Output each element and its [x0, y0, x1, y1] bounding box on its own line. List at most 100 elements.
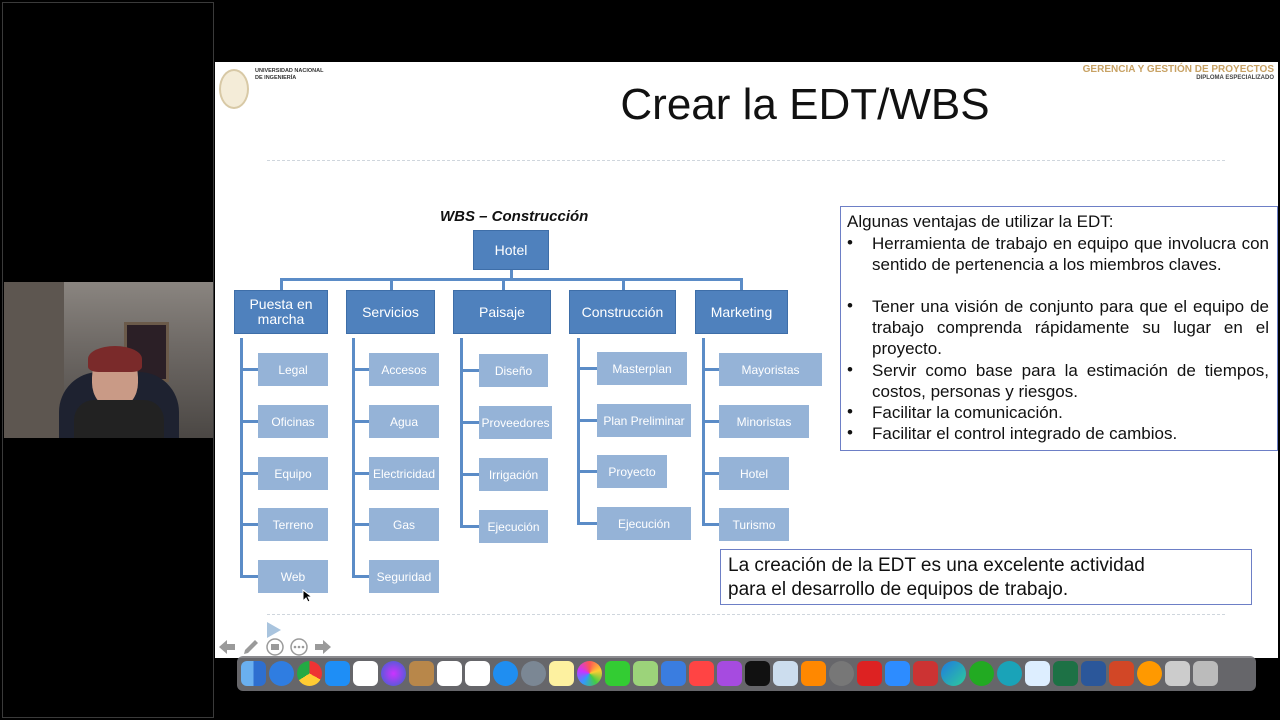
photo-booth-icon[interactable] — [913, 661, 938, 686]
maps-icon[interactable] — [633, 661, 658, 686]
wbs-item-mayoristas: Mayoristas — [719, 353, 822, 386]
books-icon[interactable] — [801, 661, 826, 686]
excel-icon[interactable] — [1053, 661, 1078, 686]
wbs-item-gas: Gas — [369, 508, 439, 541]
arrow-right-icon[interactable] — [313, 638, 333, 656]
conclusion-line-2: para el desarrollo de equipos de trabajo… — [728, 579, 1069, 600]
finder-icon[interactable] — [241, 661, 266, 686]
siri-icon[interactable] — [381, 661, 406, 686]
connector — [577, 367, 597, 370]
scanner-icon[interactable] — [1165, 661, 1190, 686]
connector — [740, 278, 743, 290]
connector — [460, 525, 479, 528]
remote-icon[interactable] — [997, 661, 1022, 686]
wbs-item-plan-preliminar: Plan Preliminar — [597, 404, 691, 437]
reminders-icon[interactable] — [465, 661, 490, 686]
connector — [622, 278, 625, 290]
wbs-item-electricidad: Electricidad — [369, 457, 439, 490]
numbers-icon[interactable] — [353, 661, 378, 686]
presentation-controls — [217, 636, 337, 658]
advantage-bullet-4: Facilitar la comunicación. — [872, 403, 1063, 422]
system-preferences-icon[interactable] — [829, 661, 854, 686]
photos-icon[interactable] — [577, 661, 602, 686]
wbs-item-hotel: Hotel — [719, 457, 789, 490]
macos-dock — [237, 656, 1256, 691]
connector — [352, 338, 355, 578]
notes-folder-icon[interactable] — [409, 661, 434, 686]
wbs-branch-puesta-en-marcha: Puesta en marcha — [234, 290, 328, 334]
connector — [460, 338, 463, 528]
brand-line-1: GERENCIA Y GESTIÓN DE PROYECTOS — [1082, 64, 1274, 75]
top-divider — [267, 160, 1225, 161]
connector — [280, 278, 283, 290]
wbs-branch-marketing: Marketing — [695, 290, 788, 334]
trash-icon[interactable] — [1193, 661, 1218, 686]
conclusion-box: La creación de la EDT es una excelente a… — [720, 549, 1252, 605]
arrow-left-icon[interactable] — [217, 638, 237, 656]
calendar-icon[interactable] — [437, 661, 462, 686]
connector — [240, 523, 258, 526]
app-store-icon[interactable] — [325, 661, 350, 686]
wbs-title: WBS – Construcción — [440, 208, 589, 225]
zoom-icon[interactable] — [885, 661, 910, 686]
more-icon[interactable] — [289, 638, 309, 656]
quicktime-icon[interactable] — [969, 661, 994, 686]
edge-icon[interactable] — [941, 661, 966, 686]
connector — [280, 278, 743, 281]
bullet-dot: • — [847, 423, 853, 442]
word-icon[interactable] — [1081, 661, 1106, 686]
powerpoint-icon[interactable] — [1109, 661, 1134, 686]
connector — [352, 472, 369, 475]
music-icon[interactable] — [689, 661, 714, 686]
mouse-cursor-icon — [302, 589, 312, 603]
settings-flower-icon[interactable] — [1137, 661, 1162, 686]
connector — [240, 420, 258, 423]
wbs-branch-paisaje: Paisaje — [453, 290, 551, 334]
connector — [702, 420, 719, 423]
wbs-item-equipo: Equipo — [258, 457, 328, 490]
safari-icon[interactable] — [269, 661, 294, 686]
facetime-icon[interactable] — [605, 661, 630, 686]
pen-icon[interactable] — [241, 638, 261, 656]
launchpad-icon[interactable] — [521, 661, 546, 686]
branch-label: marcha — [257, 311, 305, 327]
wbs-item-accesos: Accesos — [369, 353, 439, 386]
stickies-icon[interactable] — [549, 661, 574, 686]
acrobat-icon[interactable] — [857, 661, 882, 686]
connector — [390, 278, 393, 290]
bullet-dot: • — [847, 233, 853, 252]
wbs-item-seguridad: Seguridad — [369, 560, 439, 593]
slide-title: Crear la EDT/WBS — [620, 80, 990, 129]
webcam-hair — [88, 346, 142, 372]
bottom-divider — [267, 614, 1225, 615]
tv-icon[interactable] — [745, 661, 770, 686]
university-name: UNIVERSIDAD NACIONAL DE INGENIERÍA — [255, 68, 323, 82]
podcasts-icon[interactable] — [717, 661, 742, 686]
connector — [352, 420, 369, 423]
bullet-dot: • — [847, 296, 853, 315]
connector — [240, 575, 258, 578]
university-line-2: DE INGENIERÍA — [255, 75, 297, 81]
slides-icon[interactable] — [265, 638, 285, 656]
connector — [577, 338, 580, 524]
connector — [460, 421, 479, 424]
wbs-item-agua: Agua — [369, 405, 439, 438]
wbs-item-oficinas: Oficinas — [258, 405, 328, 438]
preview-icon[interactable] — [773, 661, 798, 686]
advantages-title: Algunas ventajas de utilizar la EDT: — [847, 212, 1114, 231]
wbs-item-diseno: Diseño — [479, 354, 548, 387]
connector — [577, 522, 597, 525]
wbs-root-node: Hotel — [473, 230, 549, 270]
keynote-icon[interactable] — [661, 661, 686, 686]
connector — [577, 419, 597, 422]
screen-capture-icon[interactable] — [1025, 661, 1050, 686]
wbs-item-irrigacion: Irrigación — [479, 458, 548, 491]
connector — [702, 338, 705, 524]
connector — [352, 523, 369, 526]
messages-icon[interactable] — [493, 661, 518, 686]
presentation-slide: UNIVERSIDAD NACIONAL DE INGENIERÍA GEREN… — [215, 62, 1278, 658]
webcam-shirt — [74, 400, 164, 438]
chrome-icon[interactable] — [297, 661, 322, 686]
connector — [702, 523, 719, 526]
university-line-1: UNIVERSIDAD NACIONAL — [255, 68, 324, 74]
